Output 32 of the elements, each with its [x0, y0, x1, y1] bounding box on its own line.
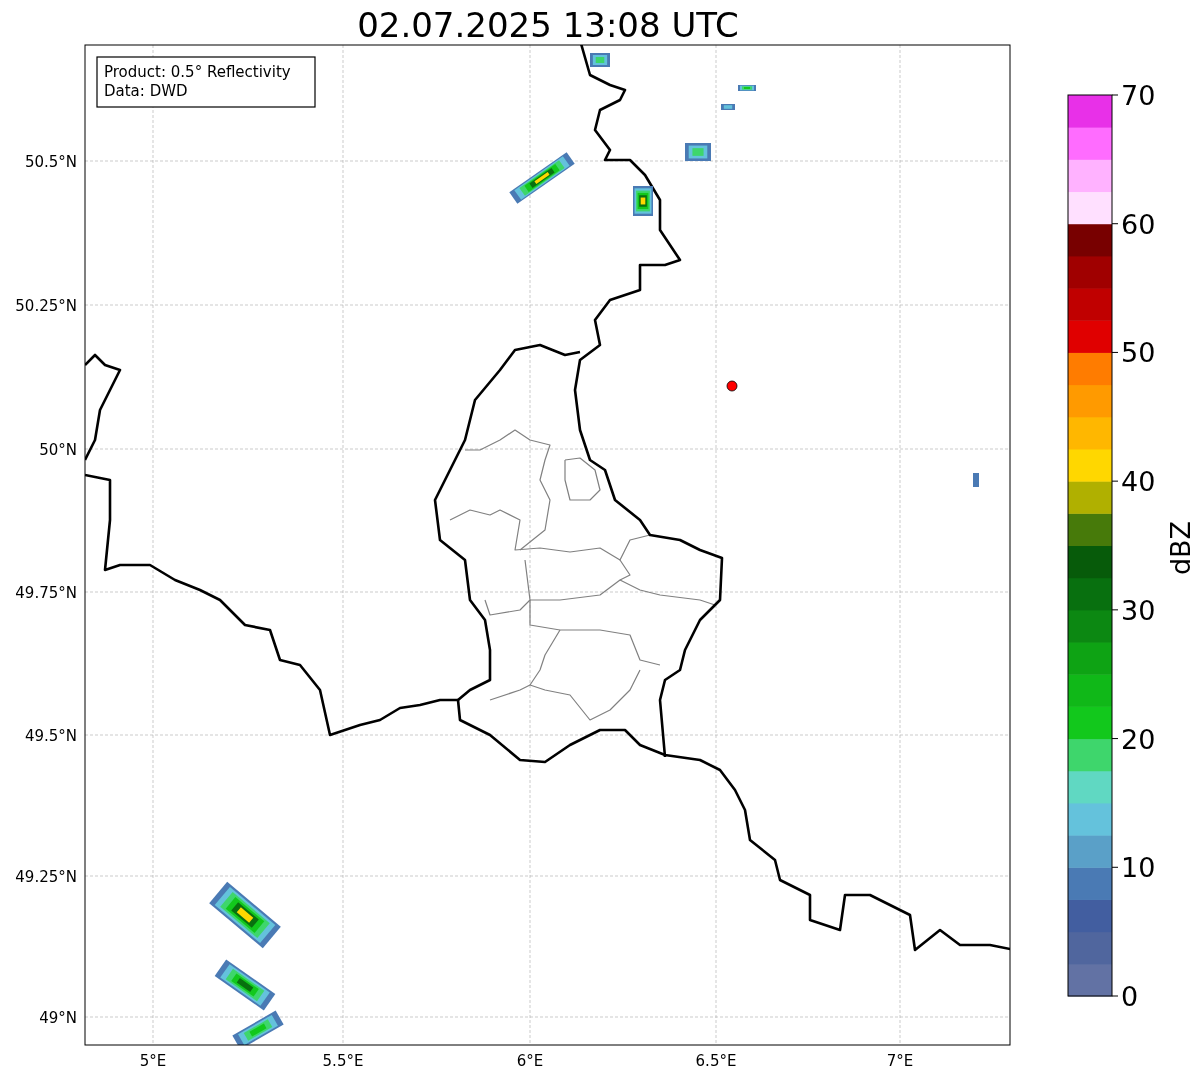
- longitude-label: 6°E: [516, 1052, 544, 1070]
- radar-echo: [633, 186, 653, 216]
- colorbar-tick-label: 40: [1121, 466, 1156, 498]
- radar-echo: [973, 473, 979, 487]
- chart-title: 02.07.2025 13:08 UTC: [357, 5, 739, 45]
- radar-echo: [685, 143, 711, 161]
- colorbar-tick-label: 70: [1121, 80, 1156, 111]
- radar-echo: [590, 53, 610, 67]
- info-text: Product: 0.5° Reflectivity: [104, 63, 291, 81]
- colorbar-tick-label: 10: [1121, 852, 1156, 884]
- radar-echo: [738, 85, 756, 91]
- latitude-label: 49°N: [39, 1009, 77, 1027]
- longitude-label: 5°E: [139, 1052, 167, 1070]
- longitude-label: 7°E: [886, 1052, 914, 1070]
- location-marker: [726, 380, 738, 392]
- colorbar-tick-label: 50: [1121, 337, 1156, 369]
- latitude-label: 49.5°N: [24, 727, 77, 745]
- latitude-label: 50.25°N: [15, 297, 77, 315]
- latitude-label: 49.75°N: [15, 584, 77, 602]
- colorbar-tick-label: 0: [1121, 981, 1139, 1012]
- colorbar-tick-label: 20: [1121, 723, 1156, 755]
- longitude-label: 6.5°E: [695, 1052, 737, 1070]
- latitude-label: 50°N: [39, 441, 77, 459]
- canton-border: [564, 457, 601, 501]
- colorbar-tick-label: 60: [1121, 208, 1156, 240]
- radar-echo: [721, 104, 735, 110]
- longitude-label: 5.5°E: [322, 1052, 364, 1070]
- latitude-label: 49.25°N: [15, 868, 77, 886]
- colorbar-tick-label: 30: [1121, 594, 1156, 626]
- info-text: Data: DWD: [104, 82, 188, 100]
- colorbar-label: dBZ: [1165, 520, 1196, 576]
- latitude-label: 50.5°N: [24, 153, 77, 171]
